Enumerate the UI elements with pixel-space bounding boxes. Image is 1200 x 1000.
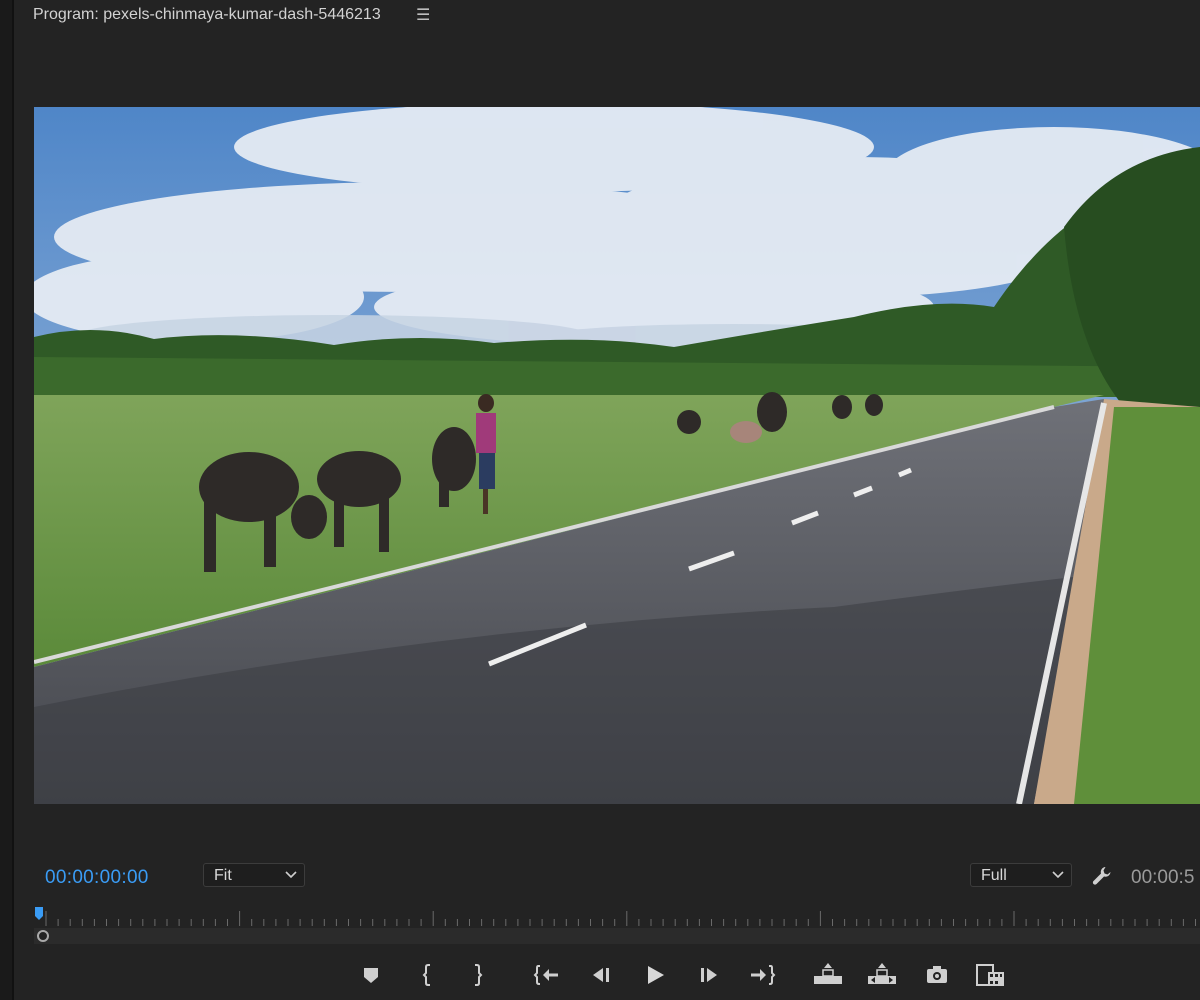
wrench-icon[interactable]	[1090, 864, 1114, 888]
go-to-out-icon	[751, 965, 776, 985]
current-timecode[interactable]: 00:00:00:00	[45, 867, 149, 889]
playhead-marker[interactable]	[35, 907, 43, 920]
duration-timecode: 00:00:5	[1131, 867, 1195, 888]
add-marker-button[interactable]	[354, 958, 388, 992]
play-button[interactable]	[638, 958, 672, 992]
go-to-in-button[interactable]	[530, 958, 564, 992]
step-back-button[interactable]	[584, 958, 618, 992]
transport-controls	[0, 958, 1200, 992]
extract-button[interactable]	[865, 958, 899, 992]
export-frame-button[interactable]	[920, 958, 954, 992]
ruler-ticks	[45, 911, 1196, 926]
camera-icon	[927, 966, 947, 983]
hamburger-menu-icon[interactable]: ☰	[416, 5, 430, 25]
mark-in-button[interactable]	[411, 958, 445, 992]
step-forward-icon	[701, 968, 717, 982]
lift-button[interactable]	[811, 958, 845, 992]
playback-resolution-value: Full	[981, 867, 1007, 884]
mark-out-icon	[475, 964, 483, 986]
chevron-down-icon	[1052, 871, 1064, 879]
scrollbar-handle[interactable]	[37, 930, 49, 942]
button-editor-button[interactable]	[974, 958, 1008, 992]
add-marker-icon	[364, 968, 378, 983]
extract-icon	[868, 963, 896, 984]
step-forward-button[interactable]	[692, 958, 726, 992]
lift-icon	[814, 963, 842, 984]
go-to-in-icon	[533, 965, 558, 985]
monitor-controls-row: 00:00:00:00 Fit Full 00:00:5	[0, 860, 1200, 892]
zoom-scrollbar[interactable]	[34, 928, 1200, 944]
chevron-down-icon	[285, 871, 297, 879]
go-to-out-button[interactable]	[745, 958, 779, 992]
program-monitor-video[interactable]	[34, 107, 1200, 804]
playback-resolution-select[interactable]: Full	[970, 863, 1072, 887]
zoom-level-value: Fit	[214, 867, 232, 884]
program-monitor-header: Program: pexels-chinmaya-kumar-dash-5446…	[14, 0, 1200, 34]
left-panel-strip	[0, 0, 12, 1000]
play-icon	[648, 966, 664, 984]
video-frame-image	[34, 107, 1200, 804]
mark-out-button[interactable]	[460, 958, 494, 992]
step-back-icon	[593, 968, 609, 982]
mark-in-icon	[422, 964, 430, 986]
panel-divider[interactable]	[12, 0, 14, 1000]
panel-title[interactable]: Program: pexels-chinmaya-kumar-dash-5446…	[33, 6, 381, 24]
zoom-level-select[interactable]: Fit	[203, 863, 305, 887]
button-editor-icon	[976, 964, 1004, 986]
